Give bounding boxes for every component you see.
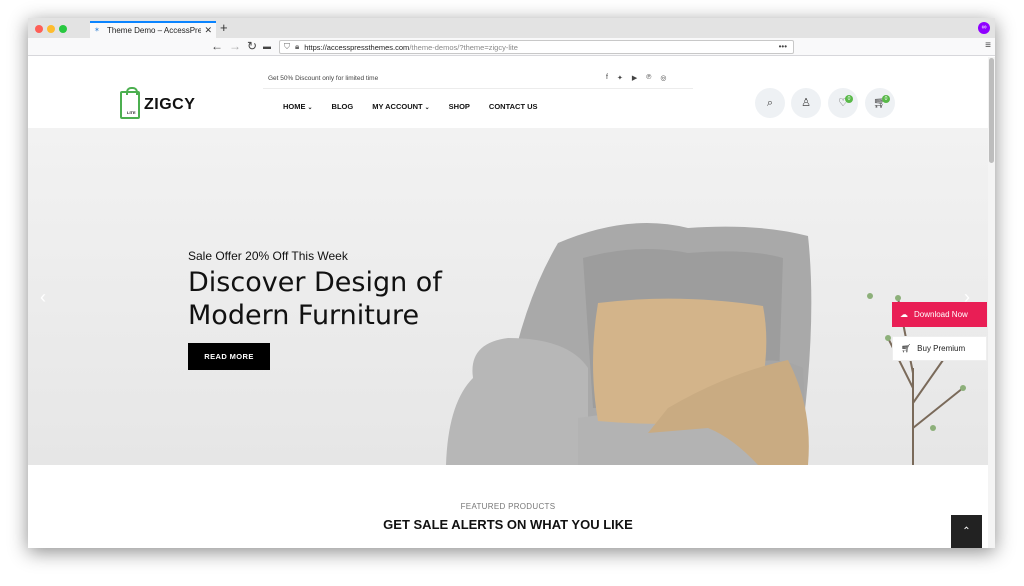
search-button[interactable]: ⌕	[755, 88, 785, 118]
menu-my-account[interactable]: MY ACCOUNT ⌄	[372, 102, 429, 111]
tab-bar: ✶ Theme Demo – AccessPre ✕ + ∞	[28, 18, 995, 38]
site-logo[interactable]: LITE ZIGCY	[120, 87, 196, 119]
close-window-button[interactable]	[35, 25, 43, 33]
cart-icon: 🛒︎	[901, 344, 912, 353]
buy-premium-button[interactable]: 🛒︎ Buy Premium	[892, 336, 987, 361]
wishlist-button[interactable]: ♡ 0	[828, 88, 858, 118]
url-bar[interactable]: ⛉ 🔒︎ https://accesspressthemes.com /them…	[279, 40, 794, 54]
scrollbar-thumb[interactable]	[989, 58, 994, 163]
social-links: f ✦ ▶ ℗ ◎	[606, 74, 667, 82]
promo-topline: Get 50% Discount only for limited time	[268, 75, 379, 82]
site-flag-icon: ▬	[263, 42, 271, 51]
user-icon: ♙	[801, 97, 811, 109]
close-tab-icon[interactable]: ✕	[204, 25, 212, 36]
twitter-icon[interactable]: ✦	[617, 74, 623, 82]
cart-count-badge: 0	[882, 95, 890, 103]
armchair-image	[28, 128, 988, 465]
hero-title: Discover Design of Modern Furniture	[188, 267, 442, 331]
forward-icon[interactable]: →	[229, 39, 241, 53]
url-host: https://accesspressthemes.com	[304, 42, 410, 52]
logo-lite: LITE	[127, 110, 136, 115]
download-now-button[interactable]: ☁ Download Now	[892, 302, 987, 327]
topline-divider	[263, 88, 693, 89]
private-browsing-icon: ∞	[978, 22, 990, 34]
browser-tab[interactable]: ✶ Theme Demo – AccessPre ✕	[90, 21, 216, 38]
browser-window: ✶ Theme Demo – AccessPre ✕ + ∞ ← → ↻ ▬ ⛉…	[28, 18, 995, 548]
instagram-icon[interactable]: ◎	[660, 74, 666, 82]
bag-logo-icon: LITE	[120, 87, 140, 119]
chevron-up-icon: ⌃	[962, 526, 971, 537]
download-now-label: Download Now	[914, 310, 968, 319]
read-more-button[interactable]: READ MORE	[188, 343, 270, 370]
tab-title: Theme Demo – AccessPre	[107, 26, 202, 35]
scroll-to-top-button[interactable]: ⌃	[951, 515, 982, 548]
maximize-window-button[interactable]	[59, 25, 67, 33]
tab-favicon-icon: ✶	[94, 27, 100, 34]
pinterest-icon[interactable]: ℗	[646, 74, 651, 82]
shield-icon: ⛉	[284, 42, 290, 51]
chevron-down-icon: ⌄	[424, 105, 430, 111]
menu-icon[interactable]: ≡	[985, 40, 991, 51]
account-button[interactable]: ♙	[791, 88, 821, 118]
featured-heading: GET SALE ALERTS ON WHAT YOU LIKE	[383, 517, 633, 532]
facebook-icon[interactable]: f	[606, 74, 608, 82]
logo-text: ZIGCY	[144, 96, 196, 113]
main-menu: HOME ⌄ BLOG MY ACCOUNT ⌄ SHOP CONTACT US	[283, 102, 538, 111]
youtube-icon[interactable]: ▶	[632, 74, 637, 82]
url-path: /theme-demos/?theme=zigcy-lite	[409, 42, 518, 52]
featured-label: FEATURED PRODUCTS	[460, 502, 556, 511]
menu-shop[interactable]: SHOP	[449, 102, 470, 111]
menu-account-label: MY ACCOUNT	[372, 102, 423, 111]
cart-button[interactable]: 🛒︎ 0	[865, 88, 895, 118]
page-actions-icon[interactable]: •••	[779, 42, 787, 51]
menu-blog[interactable]: BLOG	[332, 102, 354, 111]
minimize-window-button[interactable]	[47, 25, 55, 33]
chevron-down-icon: ⌄	[307, 105, 313, 111]
search-icon: ⌕	[766, 97, 774, 109]
lock-icon: 🔒︎	[295, 42, 300, 51]
reload-icon[interactable]: ↻	[247, 39, 257, 53]
buy-premium-label: Buy Premium	[917, 344, 966, 353]
navigation-bar: ← → ↻ ▬ ⛉ 🔒︎ https://accesspressthemes.c…	[28, 38, 995, 56]
web-page: Get 50% Discount only for limited time f…	[28, 57, 988, 548]
menu-contact-us[interactable]: CONTACT US	[489, 102, 538, 111]
new-tab-button[interactable]: +	[220, 20, 228, 35]
menu-home-label: HOME	[283, 102, 306, 111]
cloud-download-icon: ☁	[900, 310, 908, 319]
back-icon[interactable]: ←	[211, 39, 223, 53]
slider-prev-icon[interactable]: ‹	[40, 287, 46, 308]
page-scrollbar[interactable]	[988, 57, 995, 548]
hero-subtitle: Sale Offer 20% Off This Week	[188, 249, 348, 263]
menu-home[interactable]: HOME ⌄	[283, 102, 313, 111]
hero-slider: ‹ › Sale Offer 20% Off This Week Discove…	[28, 128, 988, 465]
wishlist-count-badge: 0	[845, 95, 853, 103]
